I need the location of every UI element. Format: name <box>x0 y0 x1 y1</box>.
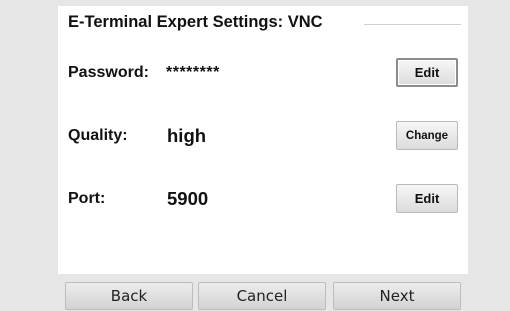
quality-label: Quality: <box>68 127 128 144</box>
vnc-settings-screen: E-Terminal Expert Settings: VNC Password… <box>0 0 510 311</box>
next-button[interactable]: Next <box>333 282 461 310</box>
title-divider <box>364 24 461 25</box>
section-title: E-Terminal Expert Settings: VNC <box>68 13 329 32</box>
cancel-button[interactable]: Cancel <box>198 282 326 310</box>
port-value: 5900 <box>167 188 209 209</box>
port-label: Port: <box>68 190 106 207</box>
password-label: Password: <box>68 64 149 81</box>
edit-password-button[interactable]: Edit <box>396 58 458 87</box>
edit-port-button[interactable]: Edit <box>396 184 458 213</box>
back-button[interactable]: Back <box>65 282 193 310</box>
password-value: ******** <box>166 64 220 81</box>
quality-value: high <box>167 125 207 146</box>
change-quality-button[interactable]: Change <box>396 121 458 150</box>
